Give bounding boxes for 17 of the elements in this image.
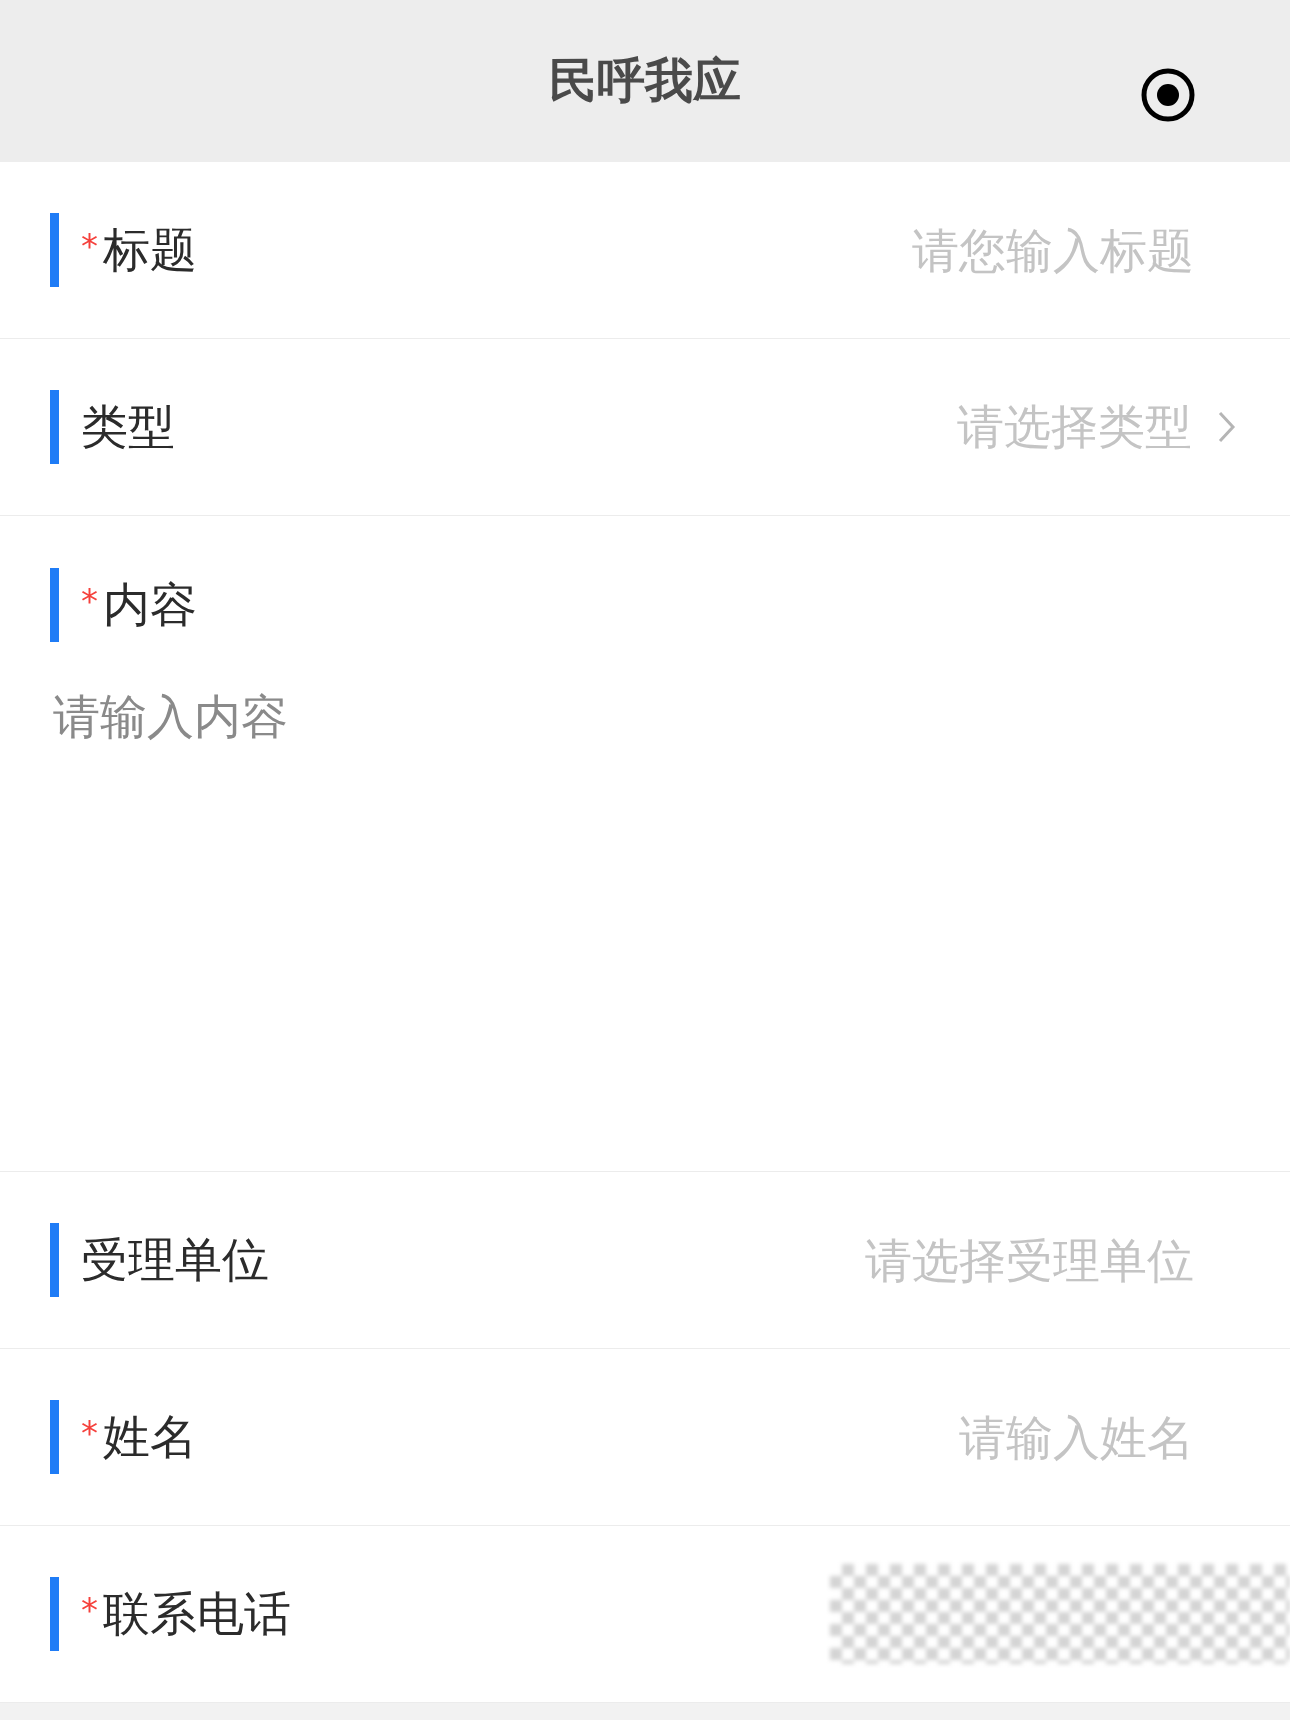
required-mark: * <box>81 581 99 621</box>
field-label: 内容 <box>103 575 197 634</box>
page-title: 民呼我应 <box>549 51 741 110</box>
input-field[interactable]: 请选择受理单位 <box>269 1231 1196 1289</box>
field-label: 类型 <box>81 397 175 456</box>
required-mark: * <box>81 1413 99 1453</box>
input-field[interactable]: 请您输入标题 <box>197 221 1196 279</box>
field-label: 标题 <box>103 220 197 279</box>
input-field[interactable]: 请输入姓名 <box>197 1408 1196 1466</box>
field-label: 姓名 <box>103 1407 197 1466</box>
content-field[interactable]: *内容 请输入内容 <box>0 516 1290 1172</box>
required-mark: * <box>81 226 99 266</box>
chevron-right-icon <box>1216 409 1238 445</box>
required-mark: * <box>81 1590 99 1630</box>
field-label: 受理单位 <box>81 1230 269 1289</box>
field-label: 联系电话 <box>103 1584 291 1643</box>
record-icon[interactable] <box>1140 67 1196 123</box>
